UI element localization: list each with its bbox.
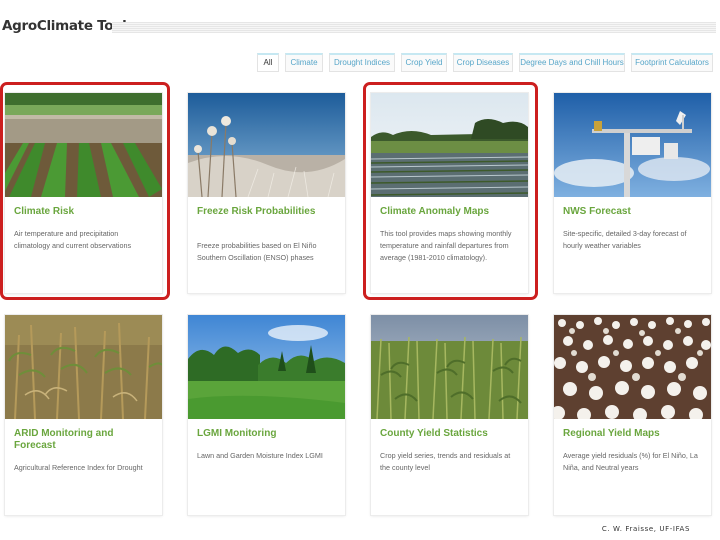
filter-drought-indices[interactable]: Drought Indices	[329, 53, 395, 72]
cotton-field-photo	[554, 315, 711, 419]
tool-card-freeze-risk[interactable]: Freeze Risk Probabilities Freeze probabi…	[188, 93, 345, 293]
dry-corn-photo	[5, 315, 162, 419]
filter-degree-days[interactable]: Degree Days and Chill Hours	[519, 53, 625, 72]
header-divider	[112, 22, 716, 33]
weather-station-photo	[554, 93, 711, 197]
card-title[interactable]: County Yield Statistics	[380, 428, 522, 440]
frosted-plants-photo	[188, 93, 345, 197]
card-description: Agricultural Reference Index for Drought	[14, 463, 143, 472]
filter-climate[interactable]: Climate	[285, 53, 323, 72]
page-header: AgroClimate Tools	[0, 14, 720, 44]
image-credit: C. W. Fraisse, UF-IFAS	[601, 525, 690, 533]
filter-crop-diseases[interactable]: Crop Diseases	[453, 53, 513, 72]
card-description: Lawn and Garden Moisture Index LGMI	[197, 451, 323, 460]
card-description: Crop yield series, trends and residuals …	[380, 451, 511, 472]
green-lawn-photo	[188, 315, 345, 419]
card-title[interactable]: Climate Risk	[14, 206, 156, 218]
flooded-crop-field-photo	[5, 93, 162, 197]
tool-card-climate-risk[interactable]: Climate Risk Air temperature and precipi…	[5, 93, 162, 293]
filter-all[interactable]: All	[257, 53, 279, 72]
filter-footprint-calculators[interactable]: Footprint Calculators	[631, 53, 713, 72]
card-description: Site-specific, detailed 3-day forecast o…	[563, 229, 687, 250]
card-title[interactable]: Climate Anomaly Maps	[380, 206, 522, 218]
card-title[interactable]: ARID Monitoring and Forecast	[14, 428, 156, 452]
card-title[interactable]: NWS Forecast	[563, 206, 705, 218]
card-description: Average yield residuals (%) for El Niño,…	[563, 451, 698, 472]
card-title[interactable]: Regional Yield Maps	[563, 428, 705, 440]
card-description: This tool provides maps showing monthly …	[380, 229, 512, 262]
tool-card-lgmi[interactable]: LGMI Monitoring Lawn and Garden Moisture…	[188, 315, 345, 515]
tool-card-county-yield[interactable]: County Yield Statistics Crop yield serie…	[371, 315, 528, 515]
tool-card-regional-yield-maps[interactable]: Regional Yield Maps Average yield residu…	[554, 315, 711, 515]
tool-card-climate-anomaly-maps[interactable]: Climate Anomaly Maps This tool provides …	[371, 93, 528, 293]
card-description: Air temperature and precipitation climat…	[14, 229, 132, 250]
card-title[interactable]: Freeze Risk Probabilities	[197, 206, 339, 218]
waterlogged-field-photo	[371, 93, 528, 197]
card-description: Freeze probabilities based on El Niño So…	[197, 241, 317, 262]
filter-crop-yield[interactable]: Crop Yield	[401, 53, 447, 72]
tool-card-nws-forecast[interactable]: NWS Forecast Site-specific, detailed 3-d…	[554, 93, 711, 293]
corn-field-photo	[371, 315, 528, 419]
tool-card-arid[interactable]: ARID Monitoring and Forecast Agricultura…	[5, 315, 162, 515]
card-title[interactable]: LGMI Monitoring	[197, 428, 339, 440]
